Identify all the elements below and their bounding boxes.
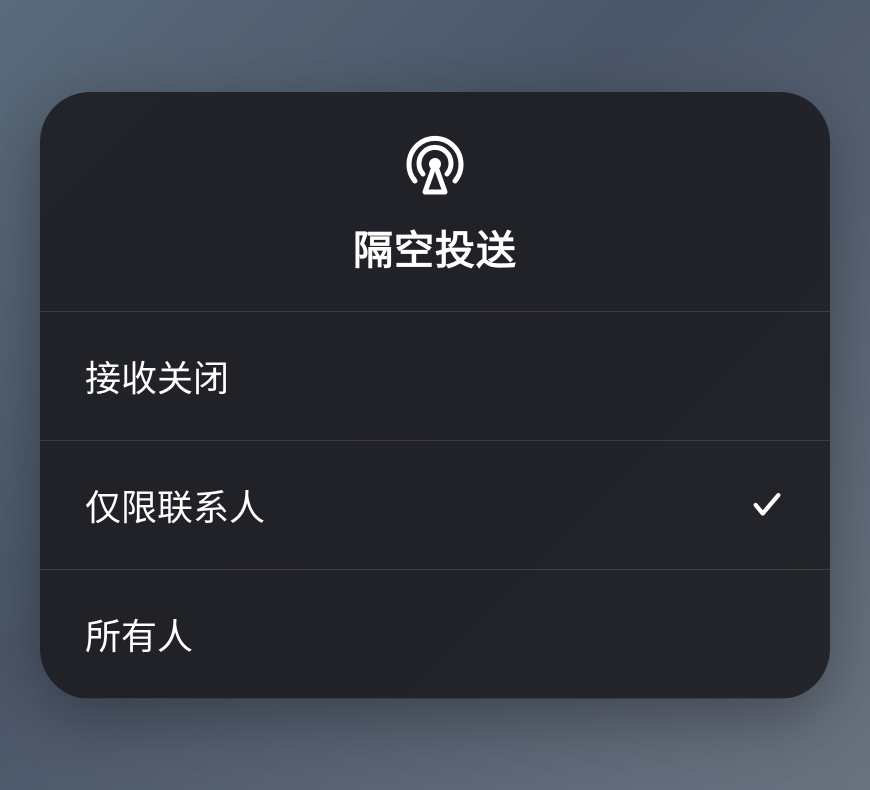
- checkmark-icon: [749, 358, 785, 394]
- checkmark-icon: [749, 487, 785, 523]
- panel-title: 隔空投送: [353, 218, 517, 276]
- option-receiving-off[interactable]: 接收关闭: [40, 312, 830, 441]
- option-label: 接收关闭: [85, 350, 229, 402]
- option-label: 仅限联系人: [85, 479, 265, 531]
- airdrop-icon: [403, 132, 467, 196]
- option-everyone[interactable]: 所有人: [40, 570, 830, 699]
- airdrop-panel: 隔空投送 接收关闭 仅限联系人 所有人: [40, 92, 830, 699]
- checkmark-icon: [749, 616, 785, 652]
- option-contacts-only[interactable]: 仅限联系人: [40, 441, 830, 570]
- option-label: 所有人: [85, 608, 193, 660]
- panel-header: 隔空投送: [40, 92, 830, 312]
- options-list: 接收关闭 仅限联系人 所有人: [40, 312, 830, 699]
